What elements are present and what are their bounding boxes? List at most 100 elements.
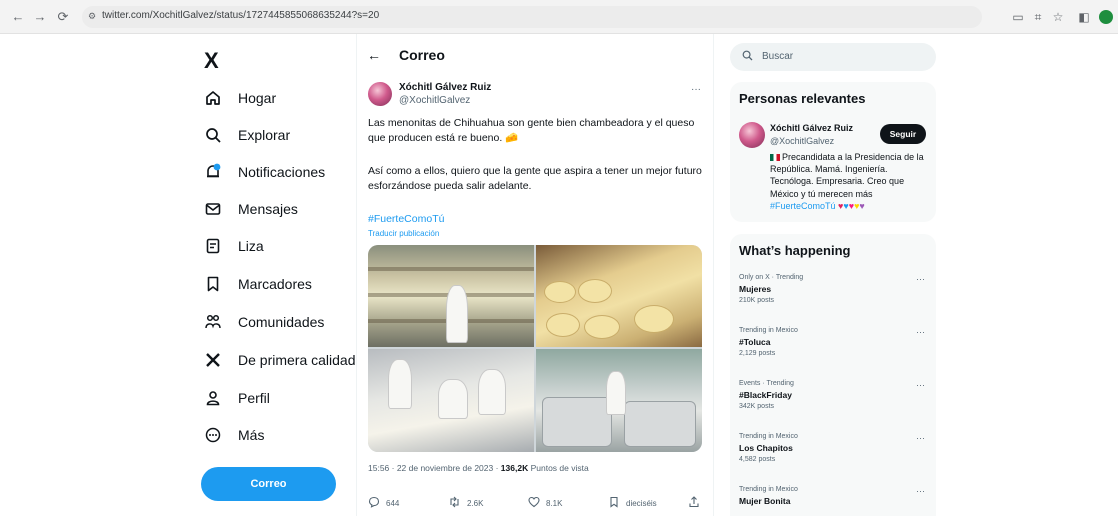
home-icon: [204, 89, 222, 107]
follow-button[interactable]: Seguir: [880, 124, 926, 144]
cheese-wheel: [544, 281, 576, 303]
nav-label: De primera calidad: [238, 352, 356, 368]
trend-count: 342K posts: [739, 403, 775, 410]
search-placeholder: Buscar: [762, 51, 794, 62]
trend-context: Trending in Mexico: [739, 433, 798, 440]
photo-cheese-wheels[interactable]: [536, 245, 702, 347]
repost-count: 2.6K: [467, 499, 484, 508]
views-count: 136,2K: [500, 463, 529, 473]
nav-item-bookmarks[interactable]: Marcadores: [204, 272, 312, 296]
steel-vat: [624, 401, 696, 447]
cast-icon[interactable]: ▭: [1010, 9, 1026, 25]
trend-more-icon[interactable]: ···: [916, 486, 925, 496]
author-handle[interactable]: @XochitlGalvez: [399, 95, 470, 106]
repost-button[interactable]: 2.6K: [448, 496, 483, 511]
bell-icon: [204, 163, 222, 181]
relevant-avatar[interactable]: [739, 122, 765, 148]
nav-item-lists[interactable]: Liza: [204, 234, 264, 258]
nav-label: Perfil: [238, 390, 270, 406]
trend-more-icon[interactable]: ···: [916, 327, 925, 337]
cheese-wheel: [578, 279, 612, 303]
reply-button[interactable]: 644: [368, 496, 399, 511]
communities-icon: [204, 313, 222, 331]
repost-icon: [448, 496, 461, 511]
back-icon[interactable]: ←: [10, 9, 26, 25]
bio-text: Precandidata a la Presidencia de la Repú…: [770, 152, 924, 199]
site-settings-icon[interactable]: ⚙: [88, 11, 98, 21]
nav-item-communities[interactable]: Comunidades: [204, 310, 324, 334]
share-icon: [688, 496, 700, 511]
nav-item-explore[interactable]: Explorar: [204, 123, 290, 147]
nav-item-premium[interactable]: De primera calidad: [204, 348, 356, 372]
back-arrow-icon[interactable]: ←: [367, 47, 381, 63]
trend-item[interactable]: Trending in Mexico Los Chapitos 4,582 po…: [739, 433, 929, 463]
worker-figure: [438, 379, 468, 419]
like-button[interactable]: 8.1K: [528, 496, 562, 511]
trend-context: Trending in Mexico: [739, 486, 798, 493]
more-options-icon[interactable]: ···: [691, 84, 701, 95]
trend-item[interactable]: Only on X · Trending Mujeres 210K posts …: [739, 274, 929, 304]
url-text[interactable]: twitter.com/XochitlGalvez/status/1727445…: [102, 10, 379, 21]
photo-cheese-shelves[interactable]: [368, 245, 534, 347]
bookmark-icon: [204, 275, 222, 293]
search-icon: [204, 126, 222, 144]
tweet-time[interactable]: 15:56 · 22 de noviembre de 2023 ·: [368, 463, 501, 473]
trend-item[interactable]: Trending in Mexico Mujer Bonita ···: [739, 486, 929, 506]
bio-hashtag-link[interactable]: #FuerteComoTú: [770, 201, 836, 211]
trend-more-icon[interactable]: ···: [916, 380, 925, 390]
relevant-name[interactable]: Xóchitl Gálvez Ruiz: [770, 123, 853, 133]
trend-count: 210K posts: [739, 297, 775, 304]
nav-item-profile[interactable]: Perfil: [204, 386, 270, 410]
like-count: 8.1K: [546, 499, 563, 508]
profile-avatar[interactable]: [1099, 10, 1113, 24]
views-label: Puntos de vista: [528, 463, 589, 473]
nav-item-messages[interactable]: Mensajes: [204, 197, 298, 221]
author-avatar[interactable]: [368, 82, 392, 106]
trend-item[interactable]: Events · Trending #BlackFriday 342K post…: [739, 380, 929, 410]
trend-count: 2,129 posts: [739, 350, 776, 357]
shelf-line: [368, 267, 534, 271]
hashtag-link[interactable]: #FuerteComoTú: [368, 213, 444, 225]
worker-figure: [606, 371, 626, 415]
reply-count: 644: [386, 499, 400, 508]
purple-heart-icon: ♥: [859, 200, 865, 211]
steel-vat: [542, 397, 612, 447]
trend-context: Trending in Mexico: [739, 327, 798, 334]
search-icon: [742, 50, 753, 64]
nav-label: Mensajes: [238, 201, 298, 217]
nav-label: Notificaciones: [238, 164, 326, 180]
share-button[interactable]: [688, 496, 706, 511]
nav-label: Hogar: [238, 90, 277, 106]
x-logo-icon[interactable]: X: [204, 48, 219, 74]
cheese-wheel: [634, 305, 674, 333]
browser-toolbar: ← → ⟳ ⚙ twitter.com/XochitlGalvez/status…: [0, 0, 1118, 34]
trend-name: #Toluca: [739, 337, 771, 347]
star-icon[interactable]: ☆: [1050, 9, 1066, 25]
translate-icon[interactable]: ⌗: [1030, 9, 1046, 25]
post-button[interactable]: Correo: [201, 467, 336, 501]
translate-link[interactable]: Traducir publicación: [368, 229, 439, 238]
nav-label: Marcadores: [238, 276, 312, 292]
search-input[interactable]: Buscar: [730, 43, 936, 71]
author-name[interactable]: Xóchitl Gálvez Ruiz: [399, 82, 491, 93]
photo-curd-workers[interactable]: [368, 349, 534, 452]
cheese-wheel: [584, 315, 620, 339]
forward-icon[interactable]: →: [32, 9, 48, 25]
relevant-handle[interactable]: @XochitlGalvez: [770, 136, 834, 146]
reload-icon[interactable]: ⟳: [55, 9, 71, 25]
nav-item-notifications[interactable]: Notificaciones: [204, 160, 325, 184]
nav-item-home[interactable]: Hogar: [204, 86, 276, 110]
trend-more-icon[interactable]: ···: [916, 433, 925, 443]
bookmark-button[interactable]: dieciséis: [608, 496, 657, 511]
nav-item-more[interactable]: Más: [204, 423, 264, 447]
trend-item[interactable]: Trending in Mexico #Toluca 2,129 posts ·…: [739, 327, 929, 357]
more-circle-icon: [204, 426, 222, 444]
bookmark-icon: [608, 496, 620, 511]
nav-label: Más: [238, 427, 265, 443]
trend-context: Events · Trending: [739, 380, 794, 387]
address-bar[interactable]: ⚙ twitter.com/XochitlGalvez/status/17274…: [82, 6, 982, 28]
trend-more-icon[interactable]: ···: [916, 274, 925, 284]
photo-cheese-vats[interactable]: [536, 349, 702, 452]
trend-context: Only on X · Trending: [739, 274, 804, 281]
sidepanel-icon[interactable]: ◧: [1076, 9, 1092, 25]
